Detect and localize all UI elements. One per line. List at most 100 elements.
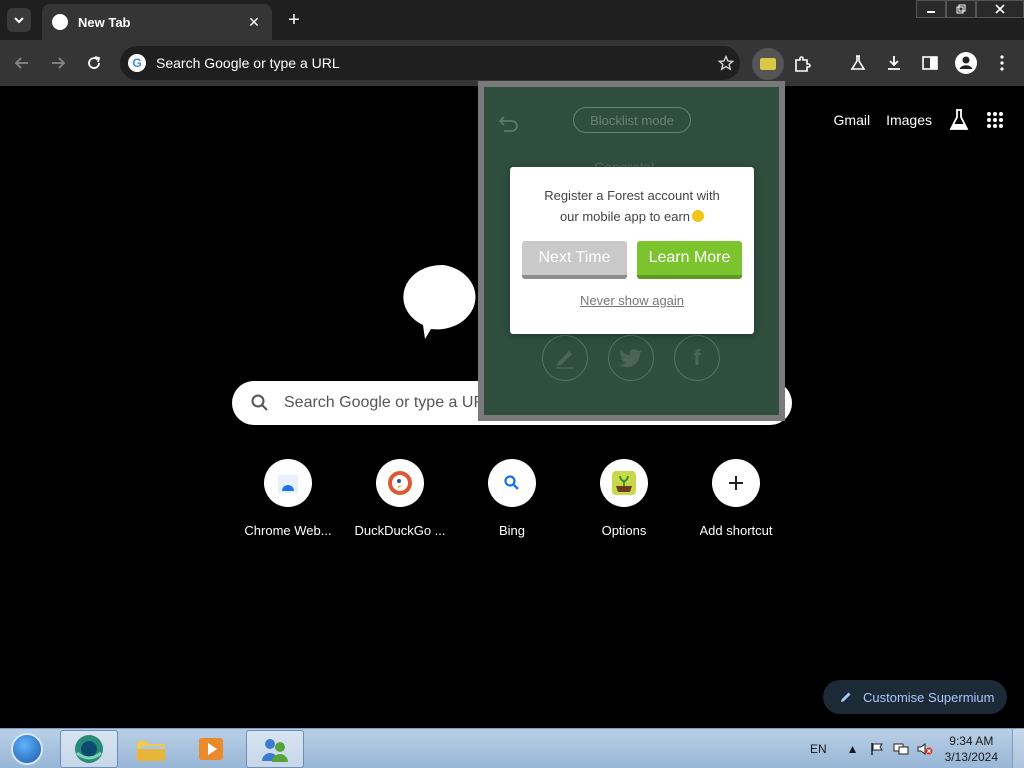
twitter-icon <box>619 349 642 367</box>
edit-share-button[interactable] <box>542 335 588 381</box>
dialog-message-line1: Register a Forest account with <box>544 188 720 203</box>
facebook-share-button[interactable]: f <box>674 335 720 381</box>
language-indicator[interactable]: EN <box>810 742 827 756</box>
twitter-share-button[interactable] <box>608 335 654 381</box>
pencil-icon <box>841 692 851 702</box>
minimize-button[interactable] <box>916 0 946 18</box>
apps-grid-icon[interactable] <box>986 111 1004 129</box>
avatar-icon <box>955 52 977 74</box>
ntp-header-links: Gmail Images <box>834 108 1004 132</box>
plus-icon <box>712 459 760 507</box>
shortcuts-row: Chrome Web... DuckDuckGo ... Bing Option… <box>232 459 792 538</box>
learn-more-button[interactable]: Learn More <box>637 241 742 279</box>
folder-icon <box>137 741 165 761</box>
clock-time: 9:34 AM <box>949 734 994 748</box>
menu-button[interactable] <box>984 45 1020 81</box>
tab-search-button[interactable] <box>7 8 31 32</box>
never-show-again-link[interactable]: Never show again <box>510 293 754 308</box>
system-tray: EN ▲ 9:34 AM 3/13/2024 <box>810 729 1024 768</box>
forest-extension-button[interactable] <box>752 48 784 80</box>
shortcut-add[interactable]: Add shortcut <box>680 459 792 538</box>
close-window-button[interactable] <box>976 0 1024 18</box>
profile-button[interactable] <box>948 45 984 81</box>
show-desktop-button[interactable] <box>1012 729 1024 768</box>
forward-button[interactable] <box>40 45 76 81</box>
blocklist-mode-button[interactable]: Blocklist mode <box>573 107 691 133</box>
back-arrow-icon[interactable] <box>498 113 520 133</box>
network-icon[interactable] <box>893 741 909 757</box>
coin-icon <box>692 210 705 222</box>
dialog-buttons: Next Time Learn More <box>510 241 754 279</box>
download-icon <box>888 56 900 70</box>
search-icon <box>251 394 268 411</box>
close-icon <box>995 4 1005 14</box>
social-share-row: f <box>542 335 720 381</box>
shortcut-label: Bing <box>498 523 526 538</box>
shortcut-label: Chrome Web... <box>244 523 332 538</box>
back-button[interactable] <box>4 45 40 81</box>
show-hidden-icons-icon[interactable]: ▲ <box>845 741 861 757</box>
chrome-web-store-icon <box>264 459 312 507</box>
search-placeholder: Search Google or type a URL <box>284 394 494 411</box>
reload-button[interactable] <box>76 45 112 81</box>
shortcut-options[interactable]: Options <box>568 459 680 538</box>
labs-button[interactable] <box>840 45 876 81</box>
browser-window: New Tab ✕ + G Search Google or type a UR… <box>0 0 1024 768</box>
toolbar: G Search Google or type a URL <box>0 40 1024 86</box>
duckduckgo-icon <box>376 459 424 507</box>
omnibox-placeholder: Search Google or type a URL <box>156 55 340 71</box>
shortcut-label: Options <box>601 523 647 538</box>
shortcut-label: Add shortcut <box>699 523 773 538</box>
downloads-button[interactable] <box>876 45 912 81</box>
shortcut-duckduckgo[interactable]: DuckDuckGo ... <box>344 459 456 538</box>
dialog-message: Register a Forest account with our mobil… <box>510 185 754 227</box>
start-button[interactable] <box>4 731 50 767</box>
taskbar-browser[interactable] <box>60 730 118 768</box>
customise-label: Customise Supermium <box>863 689 995 705</box>
extensions-button[interactable] <box>784 46 820 82</box>
pencil-icon <box>556 351 574 369</box>
next-time-button[interactable]: Next Time <box>522 241 627 279</box>
close-icon[interactable]: ✕ <box>246 14 262 30</box>
arrow-left-icon <box>14 57 28 69</box>
flask-icon[interactable] <box>948 108 970 132</box>
flag-icon[interactable] <box>869 741 885 757</box>
title-bar: New Tab ✕ + <box>0 0 1024 40</box>
bookmark-star-button[interactable] <box>712 49 740 77</box>
clock[interactable]: 9:34 AM 3/13/2024 <box>945 733 998 765</box>
taskbar-media-player[interactable] <box>182 730 240 768</box>
volume-muted-icon[interactable] <box>917 741 933 757</box>
forest-icon <box>760 58 776 70</box>
tab-new-tab[interactable]: New Tab ✕ <box>42 4 272 40</box>
bing-search-icon <box>488 459 536 507</box>
shortcut-label: DuckDuckGo ... <box>354 523 446 538</box>
reload-icon <box>88 56 101 69</box>
images-link[interactable]: Images <box>886 112 932 128</box>
omnibox[interactable]: G Search Google or type a URL <box>120 46 740 80</box>
google-logo-icon: G <box>128 54 146 72</box>
side-panel-button[interactable] <box>912 45 948 81</box>
taskbar-explorer[interactable] <box>122 730 180 768</box>
restore-button[interactable] <box>946 0 976 18</box>
taskbar-network-app[interactable] <box>246 730 304 768</box>
customise-button[interactable]: Customise Supermium <box>823 680 1007 714</box>
chevron-down-icon <box>14 17 24 24</box>
shortcut-bing[interactable]: Bing <box>456 459 568 538</box>
page-logo <box>403 264 476 339</box>
media-player-icon <box>199 738 223 760</box>
new-tab-button[interactable]: + <box>282 8 306 32</box>
more-vert-icon <box>1000 55 1004 71</box>
side-panel-icon <box>922 56 938 70</box>
minimize-icon <box>927 11 935 13</box>
network-users-icon <box>262 739 288 762</box>
tab-favicon-icon <box>52 14 68 30</box>
plus-icon: + <box>288 8 300 31</box>
shortcut-chrome-web-store[interactable]: Chrome Web... <box>232 459 344 538</box>
windows-logo-icon <box>11 733 43 765</box>
flask-icon <box>850 55 866 70</box>
window-controls <box>916 0 1024 18</box>
forest-register-dialog: Register a Forest account with our mobil… <box>510 167 754 334</box>
star-icon <box>718 55 734 71</box>
arrow-right-icon <box>52 57 66 69</box>
gmail-link[interactable]: Gmail <box>834 112 871 128</box>
